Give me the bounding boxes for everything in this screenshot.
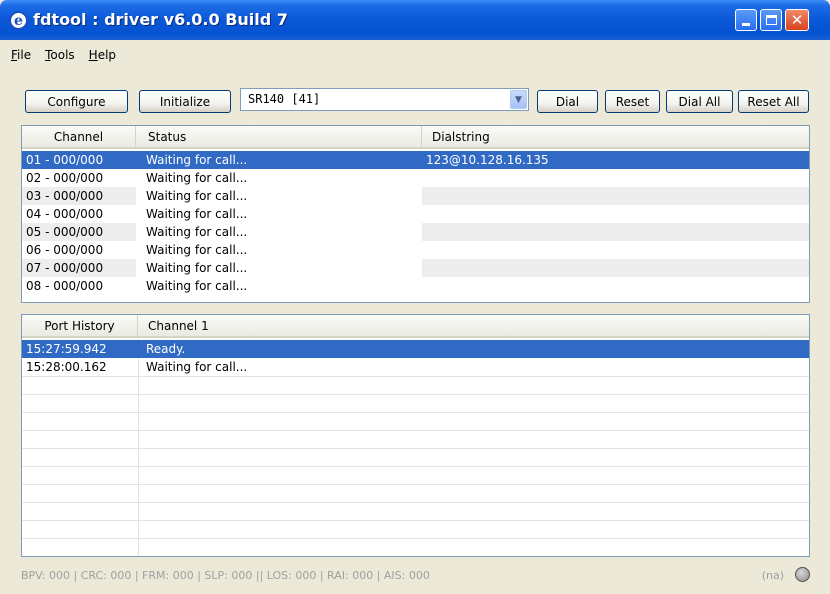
status-na: (na) bbox=[761, 569, 784, 582]
history-row[interactable]: 15:28:00.162 Waiting for call... bbox=[22, 358, 809, 376]
channel-cell: 04 - 000/000 bbox=[26, 207, 104, 221]
configure-button[interactable]: Configure bbox=[25, 90, 128, 113]
channel-cell: 01 - 000/000 bbox=[26, 153, 104, 167]
grid-line bbox=[22, 448, 809, 449]
channel-row[interactable]: 01 - 000/000 Waiting for call... 123@10.… bbox=[22, 151, 809, 169]
grid-line bbox=[22, 466, 809, 467]
channel-cell: 08 - 000/000 bbox=[26, 279, 104, 293]
status-cell: Waiting for call... bbox=[146, 225, 248, 239]
status-cell: Waiting for call... bbox=[146, 243, 248, 257]
channel-row[interactable]: 08 - 000/000 Waiting for call... bbox=[22, 277, 809, 295]
menu-bar: File Tools Help bbox=[4, 46, 123, 66]
dialstring-cell: 123@10.128.16.135 bbox=[426, 153, 549, 167]
channel-list[interactable]: Channel Status Dialstring 01 - 000/000 W… bbox=[21, 125, 810, 303]
minimize-button[interactable] bbox=[735, 9, 757, 31]
message-cell: Waiting for call... bbox=[146, 360, 248, 374]
column-header-dialstring[interactable]: Dialstring bbox=[422, 126, 809, 147]
port-history-list[interactable]: Port History Channel 1 15:27:59.942 Read… bbox=[21, 314, 810, 557]
channel-cell: 03 - 000/000 bbox=[26, 189, 104, 203]
maximize-icon bbox=[765, 15, 777, 25]
menu-file[interactable]: File bbox=[4, 46, 38, 66]
close-button[interactable]: ✕ bbox=[785, 9, 809, 31]
channel-row[interactable]: 06 - 000/000 Waiting for call... bbox=[22, 241, 809, 259]
status-cell: Waiting for call... bbox=[146, 261, 248, 275]
reset-all-button[interactable]: Reset All bbox=[738, 90, 809, 113]
app-window: e fdtool : driver v6.0.0 Build 7 ✕ File … bbox=[0, 0, 830, 594]
status-cell: Waiting for call... bbox=[146, 171, 248, 185]
column-header-port-history[interactable]: Port History bbox=[22, 315, 138, 336]
channel-cell: 07 - 000/000 bbox=[26, 261, 104, 275]
device-select[interactable]: SR140 [41] ▼ bbox=[240, 88, 529, 111]
channel-row[interactable]: 07 - 000/000 Waiting for call... bbox=[22, 259, 809, 277]
channel-list-header: Channel Status Dialstring bbox=[22, 126, 809, 149]
channel-cell: 02 - 000/000 bbox=[26, 171, 104, 185]
chevron-down-icon[interactable]: ▼ bbox=[510, 90, 527, 109]
dial-all-button[interactable]: Dial All bbox=[666, 90, 733, 113]
menu-tools[interactable]: Tools bbox=[38, 46, 82, 66]
status-cell: Waiting for call... bbox=[146, 279, 248, 293]
channel-row[interactable]: 03 - 000/000 Waiting for call... bbox=[22, 187, 809, 205]
grid-line bbox=[22, 502, 809, 503]
menu-help[interactable]: Help bbox=[82, 46, 123, 66]
status-cell: Waiting for call... bbox=[146, 207, 248, 221]
grid-line bbox=[22, 484, 809, 485]
toolbar: Configure Initialize SR140 [41] ▼ Dial R… bbox=[0, 84, 830, 118]
grid-line bbox=[22, 520, 809, 521]
initialize-button[interactable]: Initialize bbox=[139, 90, 231, 113]
channel-cell: 06 - 000/000 bbox=[26, 243, 104, 257]
time-cell: 15:27:59.942 bbox=[26, 342, 107, 356]
message-cell: Ready. bbox=[146, 342, 186, 356]
dial-button[interactable]: Dial bbox=[537, 90, 598, 113]
channel-cell: 05 - 000/000 bbox=[26, 225, 104, 239]
channel-row[interactable]: 05 - 000/000 Waiting for call... bbox=[22, 223, 809, 241]
window-title: fdtool : driver v6.0.0 Build 7 bbox=[33, 10, 288, 29]
column-header-status[interactable]: Status bbox=[136, 126, 422, 147]
grid-line bbox=[22, 538, 809, 539]
minimize-icon bbox=[742, 22, 750, 26]
status-bar: BPV: 000 | CRC: 000 | FRM: 000 | SLP: 00… bbox=[21, 567, 810, 587]
status-cell: Waiting for call... bbox=[146, 153, 248, 167]
status-counters: BPV: 000 | CRC: 000 | FRM: 000 | SLP: 00… bbox=[21, 569, 430, 582]
time-cell: 15:28:00.162 bbox=[26, 360, 107, 374]
channel-row[interactable]: 04 - 000/000 Waiting for call... bbox=[22, 205, 809, 223]
status-led-icon bbox=[795, 567, 810, 582]
grid-line bbox=[22, 376, 809, 377]
history-row[interactable]: 15:27:59.942 Ready. bbox=[22, 340, 809, 358]
grid-line bbox=[22, 394, 809, 395]
reset-button[interactable]: Reset bbox=[605, 90, 660, 113]
title-bar[interactable]: e fdtool : driver v6.0.0 Build 7 ✕ bbox=[0, 0, 830, 40]
e-icon: e bbox=[9, 11, 28, 30]
grid-line bbox=[22, 430, 809, 431]
grid-line bbox=[22, 412, 809, 413]
status-cell: Waiting for call... bbox=[146, 189, 248, 203]
close-icon: ✕ bbox=[790, 10, 804, 29]
maximize-button[interactable] bbox=[760, 9, 782, 31]
channel-row[interactable]: 02 - 000/000 Waiting for call... bbox=[22, 169, 809, 187]
column-header-channel[interactable]: Channel bbox=[22, 126, 136, 147]
column-header-channel-1[interactable]: Channel 1 bbox=[138, 315, 809, 336]
port-history-header: Port History Channel 1 bbox=[22, 315, 809, 338]
device-select-value: SR140 [41] bbox=[248, 92, 321, 106]
